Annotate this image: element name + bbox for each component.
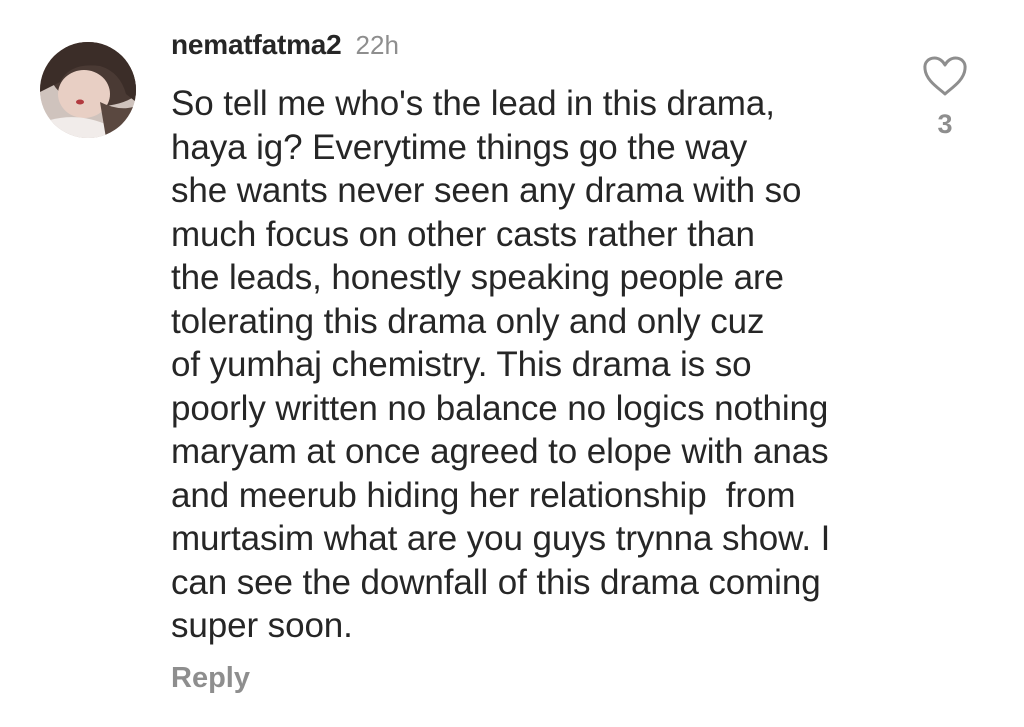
avatar[interactable] — [40, 42, 136, 138]
comment-text-line: the leads, honestly speaking people are — [171, 258, 784, 297]
comment-text-line: tolerating this drama only and only cuz — [171, 301, 765, 341]
comment-text-line: of yumhaj chemistry. This drama is so — [171, 345, 752, 384]
comment-text-line: she wants never seen any drama with so — [171, 171, 802, 210]
comment-text-line: haya ig? Everytime things go the way — [171, 127, 748, 167]
reply-button[interactable]: Reply — [171, 662, 250, 695]
username[interactable]: nematfatma2 — [171, 29, 342, 61]
avatar-photo — [40, 42, 136, 138]
comment-text-line: super soon. — [171, 606, 353, 645]
comment-text-line: much focus on other casts rather than — [171, 214, 755, 254]
comment-text-line: So tell me who's the lead in this drama, — [171, 84, 775, 123]
like-count: 3 — [937, 109, 953, 139]
comment-text-line: can see the downfall of this drama comin… — [171, 562, 821, 602]
comment-text-line: and meerub hiding her relationship from — [171, 475, 796, 515]
timestamp: 22h — [355, 30, 399, 60]
heart-outline-icon — [923, 56, 967, 96]
comment: nematfatma2 22h So tell me who's the lea… — [0, 0, 1024, 727]
comment-text-line: poorly written no balance no logics noth… — [171, 388, 829, 428]
like-button[interactable] — [922, 55, 968, 97]
comment-text: So tell me who's the lead in this drama,… — [171, 82, 901, 648]
comment-text-line: murtasim what are you guys trynna show. … — [171, 519, 831, 558]
comment-text-line: maryam at once agreed to elope with anas — [171, 432, 829, 471]
comment-header: nematfatma2 22h — [171, 29, 399, 61]
